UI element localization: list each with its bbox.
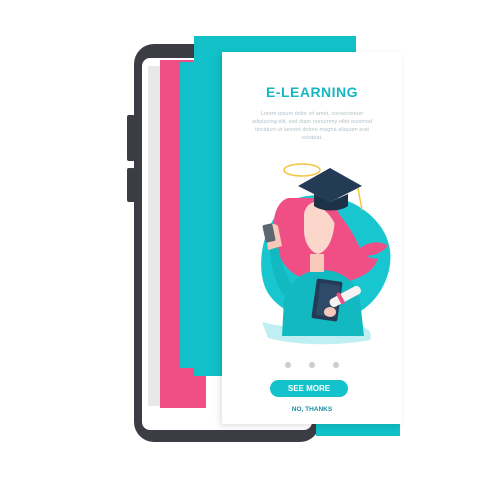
pagination-dots <box>222 362 402 368</box>
description-text: Lorem ipsum dolor sit amet, consectetuer… <box>251 111 373 141</box>
onboarding-card: E-LEARNING Lorem ipsum dolor sit amet, c… <box>222 52 402 424</box>
teal-ribbon <box>316 424 400 436</box>
pagination-dot[interactable] <box>285 362 291 368</box>
pagination-dot[interactable] <box>309 362 315 368</box>
phone-side-button <box>127 168 135 202</box>
student-illustration <box>261 163 391 345</box>
halo <box>283 163 321 177</box>
no-thanks-link[interactable]: NO, THANKS <box>222 406 402 413</box>
pagination-dot[interactable] <box>333 362 339 368</box>
scene: E-LEARNING Lorem ipsum dolor sit amet, c… <box>0 0 500 500</box>
see-more-button[interactable]: SEE MORE <box>270 380 348 397</box>
page-title: E-LEARNING <box>265 84 359 100</box>
phone-side-button <box>127 115 135 161</box>
